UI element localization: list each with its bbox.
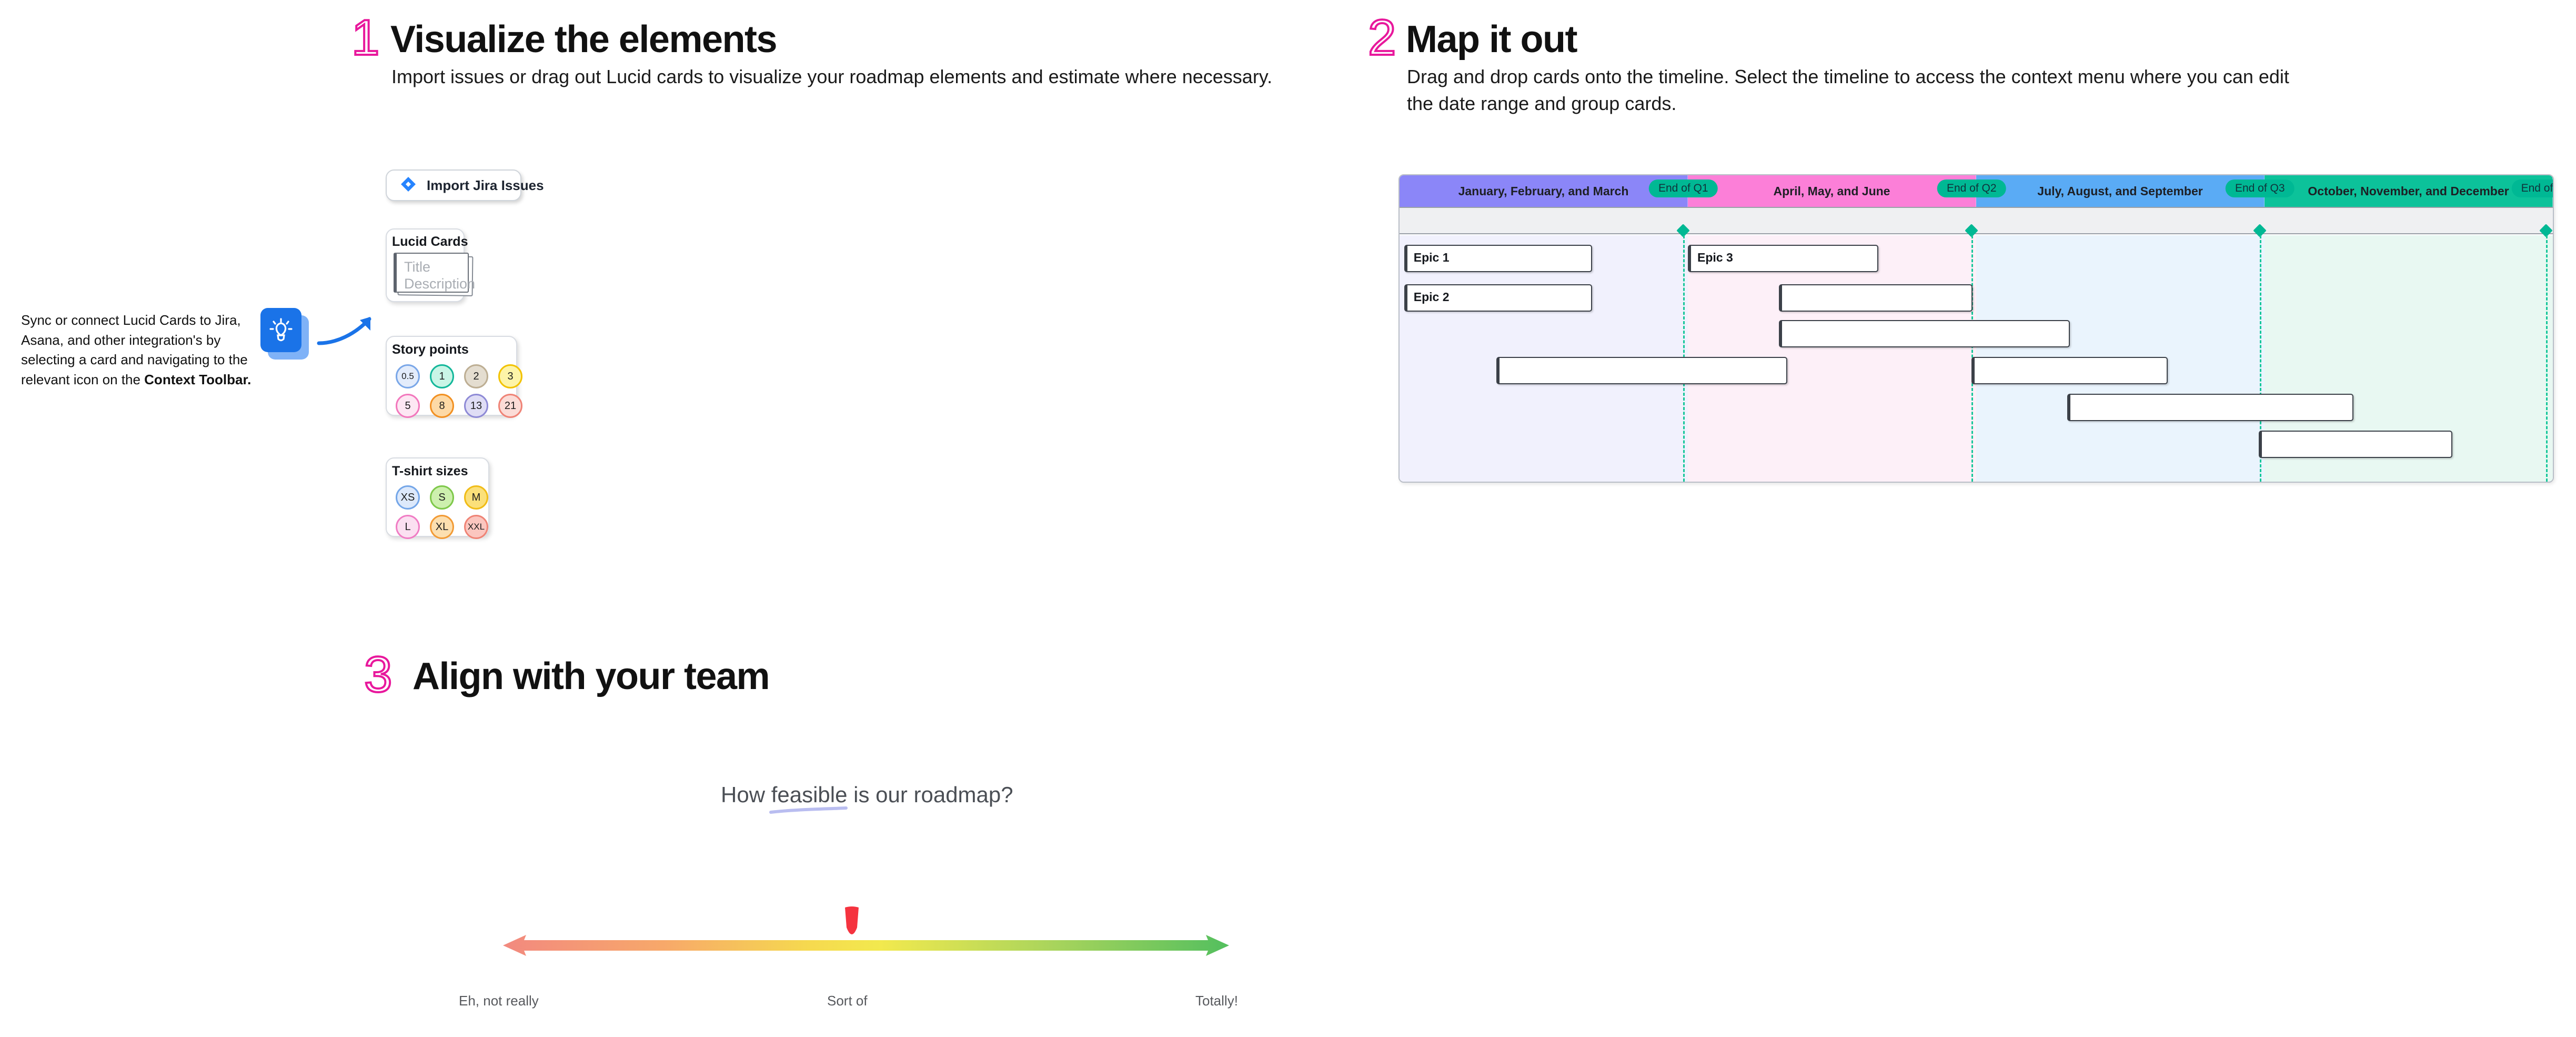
section-3-title: Align with your team <box>412 655 769 698</box>
scale-label-low: Eh, not really <box>459 993 539 1009</box>
story-point-chip-2[interactable]: 2 <box>464 364 488 388</box>
scale-label-high: Totally! <box>1195 993 1238 1009</box>
tshirt-chip-XXL[interactable]: XXL <box>464 515 488 539</box>
tshirt-chip-XL[interactable]: XL <box>430 515 454 539</box>
timeline-bar-7[interactable] <box>1971 357 2168 384</box>
timeline-card-label: Epic 2 <box>1407 285 1450 304</box>
lucid-card-front[interactable]: Title Description <box>394 253 469 293</box>
feasibility-question: How feasible is our roadmap? <box>721 782 1013 807</box>
tshirt-chip-L[interactable]: L <box>396 515 420 539</box>
timeline-card-epic-3[interactable]: Epic 3 <box>1688 245 1878 272</box>
jira-diamond-icon <box>400 176 416 195</box>
story-points-row-1: 0.5 123 <box>396 364 522 388</box>
section-1-number: 1 <box>351 13 378 63</box>
timeline-quarter-header-4[interactable]: October, November, and December <box>2265 175 2553 207</box>
story-point-chip-1[interactable]: 1 <box>430 364 454 388</box>
tshirt-chip-M[interactable]: M <box>464 485 488 510</box>
timeline-milestone-pill-2[interactable]: End of Q2 <box>1937 180 2006 197</box>
story-point-chip-21[interactable]: 21 <box>498 394 522 418</box>
story-point-chip-3[interactable]: 3 <box>498 364 522 388</box>
section-1-title: Visualize the elements <box>390 18 777 61</box>
timeline-bar-4[interactable] <box>1779 284 1973 312</box>
tshirt-chip-S[interactable]: S <box>430 485 454 510</box>
lucid-card-description-placeholder: Description <box>404 276 468 293</box>
timeline-milestone-pill-3[interactable]: End of Q3 <box>2226 180 2295 197</box>
timeline-card-epic-1[interactable]: Epic 1 <box>1404 245 1592 272</box>
story-point-chip-8[interactable]: 8 <box>430 394 454 418</box>
timeline-bar-8[interactable] <box>2067 394 2353 421</box>
sidebar-note: Sync or connect Lucid Cards to Jira, Asa… <box>21 311 253 390</box>
feasibility-gradient-arrow <box>499 933 1233 961</box>
tshirt-sizes-row-2: L XL XXL <box>396 515 488 539</box>
timeline-card-label: Epic 1 <box>1407 246 1450 265</box>
section-2-number: 2 <box>1368 13 1395 63</box>
lucid-card-title-placeholder: Title <box>404 259 468 276</box>
timeline-bar-9[interactable] <box>2259 431 2452 458</box>
red-pin-marker[interactable] <box>840 904 864 947</box>
lucid-card-stack[interactable]: Title Description <box>394 253 469 293</box>
timeline-card-epic-2[interactable]: Epic 2 <box>1404 284 1592 312</box>
story-points-row-2: 58 13 21 <box>396 394 522 418</box>
lightbulb-badge <box>260 308 313 361</box>
sidebar-note-bold: Context Toolbar. <box>144 372 251 387</box>
story-point-chip-5[interactable]: 5 <box>396 394 420 418</box>
timeline-bar-6[interactable] <box>1496 357 1787 384</box>
timeline-quarter-header-1[interactable]: January, February, and March <box>1400 175 1688 207</box>
section-2-body: Drag and drop cards onto the timeline. S… <box>1407 63 2291 117</box>
timeline-bar-5[interactable] <box>1779 320 2069 347</box>
section-1-body: Import issues or drag out Lucid cards to… <box>391 63 1275 90</box>
timeline-quarter-header-2[interactable]: April, May, and June <box>1688 175 1976 207</box>
curved-arrow-icon <box>316 312 379 352</box>
timeline-quarter-header-3[interactable]: July, August, and September <box>1976 175 2265 207</box>
lightbulb-icon <box>260 308 301 352</box>
feasible-underline <box>769 806 848 817</box>
roadmap-timeline[interactable]: January, February, and MarchApril, May, … <box>1398 174 2554 483</box>
timeline-quarter-divider-4 <box>2546 235 2548 482</box>
tshirt-sizes-row-1: XS SM <box>396 485 488 510</box>
timeline-milestone-pill-4[interactable]: End of Q4 <box>2512 180 2554 197</box>
timeline-milestone-pill-1[interactable]: End of Q1 <box>1649 180 1718 197</box>
board-canvas: 1 Visualize the elements Import issues o… <box>0 0 2576 1037</box>
lucid-cards-panel-title: Lucid Cards <box>392 234 468 250</box>
section-2-title: Map it out <box>1406 18 1577 61</box>
scale-label-mid: Sort of <box>827 993 868 1009</box>
story-points-panel-title: Story points <box>392 342 469 357</box>
section-3-number: 3 <box>364 650 391 700</box>
import-jira-issues-label: Import Jira Issues <box>427 177 544 194</box>
timeline-card-label: Epic 3 <box>1691 246 1733 265</box>
story-point-chip-13[interactable]: 13 <box>464 394 488 418</box>
story-point-chip-0-5[interactable]: 0.5 <box>396 364 420 388</box>
tshirt-chip-XS[interactable]: XS <box>396 485 420 510</box>
import-jira-issues-button[interactable]: Import Jira Issues <box>386 169 521 201</box>
tshirt-sizes-panel-title: T-shirt sizes <box>392 464 468 479</box>
